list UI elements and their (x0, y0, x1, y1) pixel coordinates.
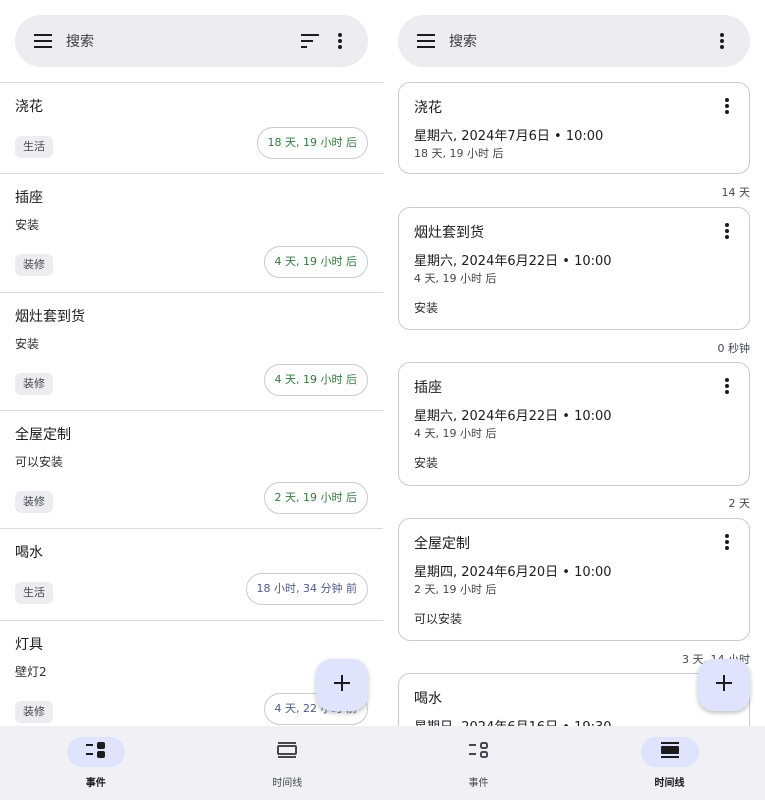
bottom-navigation: 事件 时间线 (383, 726, 765, 800)
search-input[interactable]: 搜索 (449, 31, 712, 51)
timeline-gap: 14 天 (721, 186, 751, 199)
nav-indicator (450, 737, 508, 767)
add-event-button[interactable] (698, 659, 750, 711)
card-title: 插座 (414, 380, 442, 396)
add-event-button[interactable] (316, 659, 368, 711)
timeline-card[interactable]: 全屋定制 星期四, 2024年6月20日 • 10:00 2 天, 19 小时 … (398, 518, 750, 641)
card-note: 安装 (414, 456, 439, 470)
events-icon (85, 742, 106, 762)
event-relative-time: 4 天, 19 小时 后 (263, 246, 368, 278)
event-title: 灯具 (15, 637, 43, 653)
search-input[interactable]: 搜索 (66, 31, 300, 51)
menu-icon[interactable] (416, 31, 436, 51)
card-note: 安装 (414, 301, 439, 315)
event-title: 插座 (15, 190, 43, 206)
event-tag: 装修 (15, 491, 53, 513)
nav-item-events[interactable]: 事件 (0, 726, 192, 800)
event-tag: 装修 (15, 254, 53, 276)
nav-item-events[interactable]: 事件 (383, 726, 574, 800)
card-title: 喝水 (414, 691, 442, 707)
timeline-card[interactable]: 插座 星期六, 2024年6月22日 • 10:00 4 天, 19 小时 后 … (398, 362, 750, 486)
search-bar[interactable]: 搜索 (398, 15, 750, 67)
card-relative-time: 4 天, 19 小时 后 (414, 427, 497, 440)
timeline-gap: 0 秒钟 (717, 342, 751, 355)
plus-icon (716, 675, 732, 695)
event-note: 可以安装 (15, 455, 64, 469)
card-date: 星期六, 2024年6月22日 • 10:00 (414, 409, 612, 424)
more-vert-icon[interactable] (712, 31, 732, 51)
more-vert-icon[interactable] (330, 31, 350, 51)
nav-indicator (258, 737, 316, 767)
event-tag: 生活 (15, 136, 53, 158)
event-relative-time: 18 天, 19 小时 后 (256, 127, 368, 159)
events-icon (468, 742, 489, 762)
search-bar[interactable]: 搜索 (15, 15, 368, 67)
timeline-gap: 2 天 (728, 497, 751, 510)
event-list: 浇花 生活 18 天, 19 小时 后 插座 安装 装修 4 天, 19 小时 … (0, 82, 383, 740)
card-title: 全屋定制 (414, 536, 470, 552)
sort-icon[interactable] (300, 31, 320, 51)
plus-icon (334, 675, 350, 695)
more-vert-icon[interactable] (719, 97, 735, 115)
timeline-card[interactable]: 浇花 星期六, 2024年7月6日 • 10:00 18 天, 19 小时 后 (398, 82, 750, 174)
nav-item-timeline[interactable]: 时间线 (192, 726, 384, 800)
timeline-card[interactable]: 烟灶套到货 星期六, 2024年6月22日 • 10:00 4 天, 19 小时… (398, 207, 750, 330)
event-title: 烟灶套到货 (15, 309, 85, 325)
card-date: 星期六, 2024年7月6日 • 10:00 (414, 129, 604, 144)
events-screen: 搜索 浇花 生活 18 天, 19 小时 后 插座 安装 装修 4 天, 19 … (0, 0, 383, 800)
nav-active-indicator (66, 737, 125, 767)
event-list-item[interactable]: 喝水 生活 18 小时, 34 分钟 前 (0, 528, 383, 620)
event-note: 安装 (15, 337, 40, 351)
event-list-item[interactable]: 全屋定制 可以安装 装修 2 天, 19 小时 后 (0, 410, 383, 528)
card-date: 星期四, 2024年6月20日 • 10:00 (414, 565, 612, 580)
event-tag: 装修 (15, 701, 53, 723)
event-relative-time: 18 小时, 34 分钟 前 (245, 573, 368, 605)
card-relative-time: 18 天, 19 小时 后 (414, 147, 504, 160)
event-list-item[interactable]: 浇花 生活 18 天, 19 小时 后 (0, 82, 383, 173)
card-title: 浇花 (414, 100, 442, 116)
nav-label: 事件 (468, 778, 489, 789)
card-title: 烟灶套到货 (414, 225, 484, 241)
more-vert-icon[interactable] (719, 533, 735, 551)
event-note: 安装 (15, 218, 40, 232)
timeline-icon (277, 742, 298, 762)
nav-label: 事件 (85, 778, 106, 789)
event-tag: 生活 (15, 582, 53, 604)
timeline-screen: 搜索 浇花 星期六, 2024年7月6日 • 10:00 18 天, 19 小时… (383, 0, 765, 800)
event-title: 全屋定制 (15, 427, 71, 443)
event-tag: 装修 (15, 373, 53, 395)
event-relative-time: 2 天, 19 小时 后 (263, 482, 368, 514)
bottom-navigation: 事件 时间线 (0, 726, 383, 800)
nav-label: 时间线 (654, 778, 685, 789)
nav-item-timeline[interactable]: 时间线 (574, 726, 765, 800)
nav-label: 时间线 (272, 778, 303, 789)
card-date: 星期六, 2024年6月22日 • 10:00 (414, 254, 612, 269)
more-vert-icon[interactable] (719, 222, 735, 240)
event-note: 壁灯2 (15, 665, 47, 679)
event-title: 浇花 (15, 99, 43, 115)
event-relative-time: 4 天, 19 小时 后 (263, 364, 368, 396)
card-relative-time: 4 天, 19 小时 后 (414, 272, 497, 285)
timeline-icon (660, 742, 680, 762)
nav-active-indicator (640, 737, 699, 767)
card-note: 可以安装 (414, 612, 463, 626)
event-title: 喝水 (15, 545, 43, 561)
card-relative-time: 2 天, 19 小时 后 (414, 583, 497, 596)
event-list-item[interactable]: 烟灶套到货 安装 装修 4 天, 19 小时 后 (0, 292, 383, 410)
menu-icon[interactable] (33, 31, 53, 51)
event-list-item[interactable]: 插座 安装 装修 4 天, 19 小时 后 (0, 173, 383, 292)
more-vert-icon[interactable] (719, 377, 735, 395)
